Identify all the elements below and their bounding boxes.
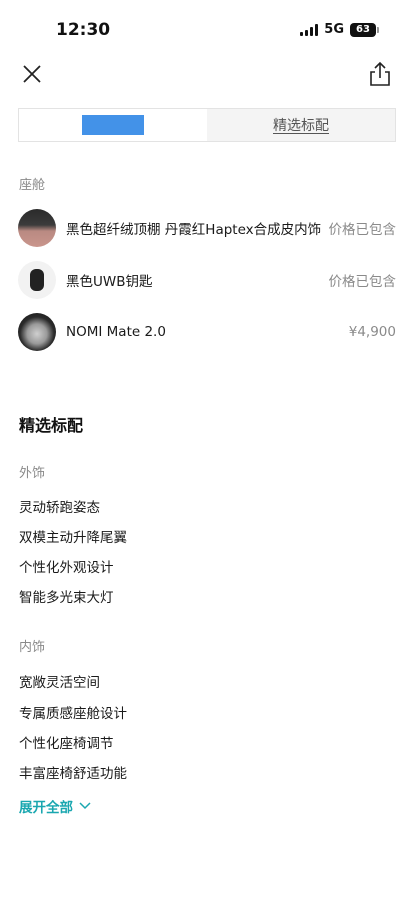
option-price: 价格已包含 — [328, 222, 397, 238]
feature-item: 智能多光束大灯 — [19, 590, 114, 606]
share-icon — [370, 61, 390, 86]
redacted-label — [82, 115, 144, 135]
close-icon — [23, 65, 41, 83]
option-name: 黑色超纤绒顶棚 丹霞红Haptex合成皮内饰 — [66, 222, 322, 238]
section-label-cabin: 座舱 — [19, 178, 46, 193]
feature-item: 灵动轿跑姿态 — [19, 500, 100, 516]
option-price: ¥4,900 — [348, 324, 396, 340]
key-thumbnail — [18, 261, 56, 299]
network-type: 5G — [324, 22, 344, 37]
nomi-thumbnail — [18, 313, 56, 351]
feature-item: 宽敞灵活空间 — [19, 675, 100, 691]
feature-item: 专属质感座舱设计 — [19, 706, 127, 722]
feature-item: 丰富座椅舒适功能 — [19, 766, 127, 782]
status-time: 12:30 — [56, 20, 111, 40]
feature-item: 个性化座椅调节 — [19, 736, 114, 752]
top-nav — [0, 56, 414, 96]
section-label-interior: 内饰 — [19, 640, 46, 655]
feature-item: 个性化外观设计 — [19, 560, 114, 576]
option-row: NOMI Mate 2.0 ¥4,900 — [18, 312, 396, 352]
status-indicators: 5G 63 — [300, 22, 379, 37]
tab-standard-config[interactable]: 精选标配 — [207, 109, 395, 141]
status-bar: 12:30 5G 63 — [0, 0, 414, 58]
battery-icon: 63 — [350, 22, 379, 37]
feature-item: 双模主动升降尾翼 — [19, 530, 127, 546]
option-row: 黑色UWB钥匙 价格已包含 — [18, 260, 396, 300]
close-button[interactable] — [18, 60, 46, 88]
interior-color-swatch — [18, 209, 56, 247]
option-row: 黑色超纤绒顶棚 丹霞红Haptex合成皮内饰 价格已包含 — [18, 208, 396, 248]
segmented-tabs: 精选标配 — [18, 108, 396, 142]
option-name: 黑色UWB钥匙 — [66, 274, 153, 290]
option-price: 价格已包含 — [328, 274, 397, 290]
chevron-down-icon — [79, 802, 91, 810]
signal-icon — [300, 23, 319, 36]
share-button[interactable] — [366, 60, 394, 88]
section-label-exterior: 外饰 — [19, 466, 46, 481]
option-name: NOMI Mate 2.0 — [66, 324, 166, 340]
expand-all-label: 展开全部 — [19, 800, 73, 816]
tab-selected-config[interactable] — [19, 109, 207, 141]
expand-all-button[interactable]: 展开全部 — [19, 796, 91, 816]
standard-features-title: 精选标配 — [19, 416, 84, 435]
